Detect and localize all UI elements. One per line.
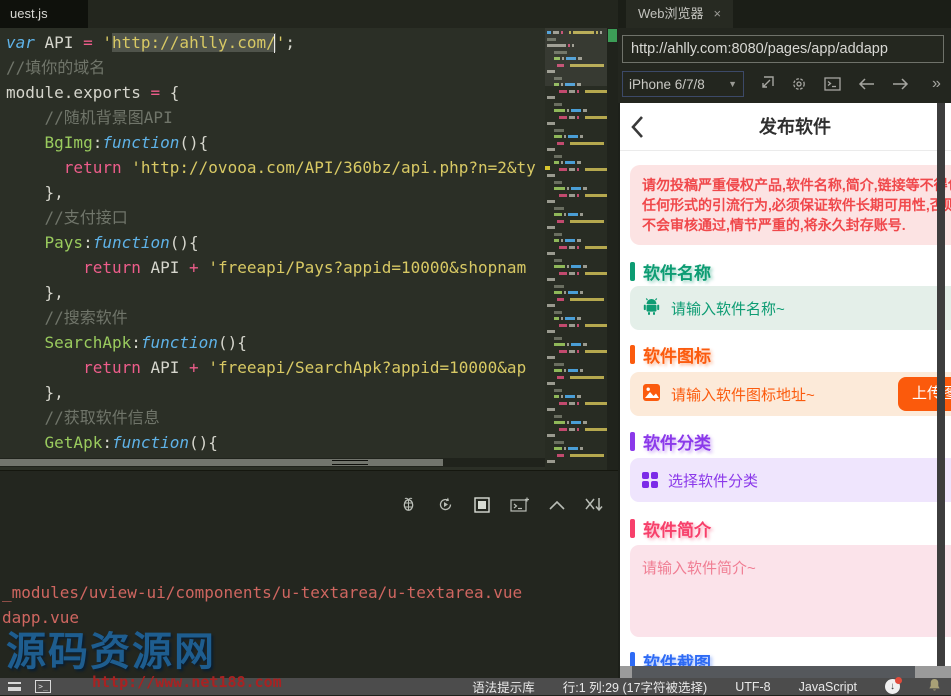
- code-line: return API + 'freeapi/Pays?appid=10000&s…: [83, 258, 527, 277]
- editor-horizontal-scrollbar[interactable]: [0, 458, 545, 467]
- section-title: 软件简介: [643, 520, 711, 540]
- notification-dot: [895, 677, 902, 684]
- app-name-placeholder: 请输入软件名称~: [671, 300, 785, 318]
- android-icon: [642, 297, 661, 320]
- section-bar: [630, 261, 635, 281]
- app-intro-textarea[interactable]: 请输入软件简介~: [630, 545, 951, 637]
- minimap[interactable]: [545, 28, 607, 470]
- preview-vertical-scrollbar[interactable]: [937, 103, 945, 666]
- encoding-status[interactable]: UTF-8: [735, 680, 770, 694]
- clear-icon[interactable]: [585, 497, 604, 512]
- device-select-value: iPhone 6/7/8: [629, 76, 705, 92]
- code-editor[interactable]: var API = 'http://ahlly.com/'; //填你的域名 mod…: [0, 28, 545, 470]
- collapse-icon[interactable]: [549, 500, 565, 510]
- terminal-icon[interactable]: [824, 77, 841, 91]
- section-title: 软件图标: [643, 346, 711, 366]
- code-line: //随机背景图API: [44, 108, 173, 127]
- device-select[interactable]: iPhone 6/7/8 ▼: [622, 71, 744, 97]
- section-bar: [630, 344, 635, 364]
- bell-icon[interactable]: [928, 678, 941, 695]
- code-line: //支付接口: [44, 208, 128, 227]
- back-icon[interactable]: [858, 78, 875, 90]
- chevron-down-icon: ▼: [728, 79, 737, 89]
- app-category-select[interactable]: 选择软件分类: [630, 458, 951, 502]
- watermark-text: 源码资源网: [6, 630, 216, 674]
- update-icon[interactable]: ↓: [885, 677, 902, 694]
- app-intro-placeholder: 请输入软件简介~: [642, 560, 756, 577]
- code-line: },: [6, 283, 64, 302]
- browser-tab-label: Web浏览器: [638, 6, 704, 21]
- browser-toolbar: http://ahlly.com:8080/pages/app/addapp i…: [618, 28, 951, 103]
- cursor-position-status[interactable]: 行:1 列:29 (17字符被选择): [563, 677, 707, 696]
- app-category-placeholder: 选择软件分类: [668, 472, 759, 490]
- editor-tab-bar: uest.js: [0, 0, 618, 28]
- section-header-intro: 软件简介: [630, 517, 951, 540]
- stop-icon[interactable]: [474, 496, 490, 513]
- new-terminal-icon[interactable]: [510, 497, 529, 513]
- forward-icon[interactable]: [892, 78, 909, 90]
- code-line: },: [6, 183, 64, 202]
- section-title: 软件截图: [643, 653, 711, 667]
- console-toolbar: [400, 496, 604, 513]
- console-panel: _modules/uview-ui/components/u-textarea/…: [0, 470, 618, 678]
- web-preview: 发布软件 请勿投稿严重侵权产品,软件名称,简介,链接等不得包括任何形式的引流行为…: [620, 103, 951, 666]
- terminal-icon[interactable]: >_: [35, 680, 51, 693]
- code-line: var API = 'http://ahlly.com/';: [6, 33, 296, 52]
- section-header-name: 软件名称: [630, 260, 951, 283]
- back-chevron-icon[interactable]: [630, 115, 644, 144]
- close-icon[interactable]: ×: [714, 0, 722, 28]
- code-line: return API + 'freeapi/SearchApk?appid=10…: [83, 358, 527, 377]
- code-line: //获取软件信息: [44, 408, 160, 427]
- section-bar: [630, 651, 635, 666]
- code-line: return 'http://ovooa.com/API/360bz/api.p…: [63, 158, 536, 177]
- debug-icon[interactable]: [400, 496, 417, 513]
- section-header-screenshot: 软件截图: [630, 650, 951, 666]
- code-line: BgImg:function(){: [44, 133, 209, 152]
- popout-icon[interactable]: [758, 76, 774, 92]
- section-bar: [630, 431, 635, 451]
- editor-horizontal-scrollbar-thumb[interactable]: [0, 459, 443, 466]
- warning-notice: 请勿投稿严重侵权产品,软件名称,简介,链接等不得包括任何形式的引流行为,必须保证…: [630, 165, 951, 245]
- editor-vertical-scrollbar[interactable]: [607, 28, 618, 470]
- language-mode-status[interactable]: JavaScript: [799, 680, 857, 694]
- more-icon[interactable]: »: [932, 75, 941, 93]
- settings-icon[interactable]: [791, 76, 807, 92]
- app-icon-placeholder: 请输入软件图标地址~: [671, 386, 815, 404]
- restart-icon[interactable]: [437, 496, 454, 513]
- menu-icon[interactable]: [8, 682, 21, 691]
- code-line: GetApk:function(){: [44, 433, 218, 452]
- app-icon-url-input[interactable]: 请输入软件图标地址~ 上传图片: [630, 372, 951, 416]
- section-title: 软件名称: [643, 263, 711, 283]
- panel-splitter-handle[interactable]: [332, 460, 368, 465]
- url-input[interactable]: http://ahlly.com:8080/pages/app/addapp: [622, 35, 944, 63]
- watermark-url: http://www.net188.com: [92, 673, 282, 691]
- code-line: //填你的域名: [6, 58, 106, 77]
- editor-vertical-scrollbar-thumb[interactable]: [608, 29, 617, 42]
- code-line: Pays:function(){: [44, 233, 199, 252]
- syntax-library-status[interactable]: 语法提示库: [472, 677, 535, 696]
- text-cursor: [274, 34, 275, 53]
- app-navbar: 发布软件: [620, 103, 951, 151]
- image-icon: [642, 383, 661, 406]
- page-title: 发布软件: [759, 117, 831, 137]
- code-line: module.exports = {: [6, 83, 180, 102]
- minimap-warning-marker: [545, 166, 550, 170]
- tab-request-js[interactable]: uest.js: [0, 0, 88, 28]
- app-name-input[interactable]: 请输入软件名称~: [630, 286, 951, 330]
- section-bar: [630, 518, 635, 538]
- console-output-line: _modules/uview-ui/components/u-textarea/…: [2, 583, 523, 602]
- section-header-category: 软件分类: [630, 430, 951, 453]
- code-line: SearchApk:function(){: [44, 333, 247, 352]
- code-line: //搜索软件: [44, 308, 128, 327]
- minimap-viewport[interactable]: [545, 28, 607, 86]
- code-area: var API = 'http://ahlly.com/'; //填你的域名 mod…: [0, 28, 545, 455]
- browser-tab-bar: Web浏览器 ×: [618, 0, 951, 28]
- section-header-icon: 软件图标: [630, 343, 951, 366]
- code-line: },: [6, 383, 64, 402]
- tab-web-browser[interactable]: Web浏览器 ×: [626, 0, 734, 28]
- grid-icon: [642, 472, 658, 488]
- section-title: 软件分类: [643, 433, 711, 453]
